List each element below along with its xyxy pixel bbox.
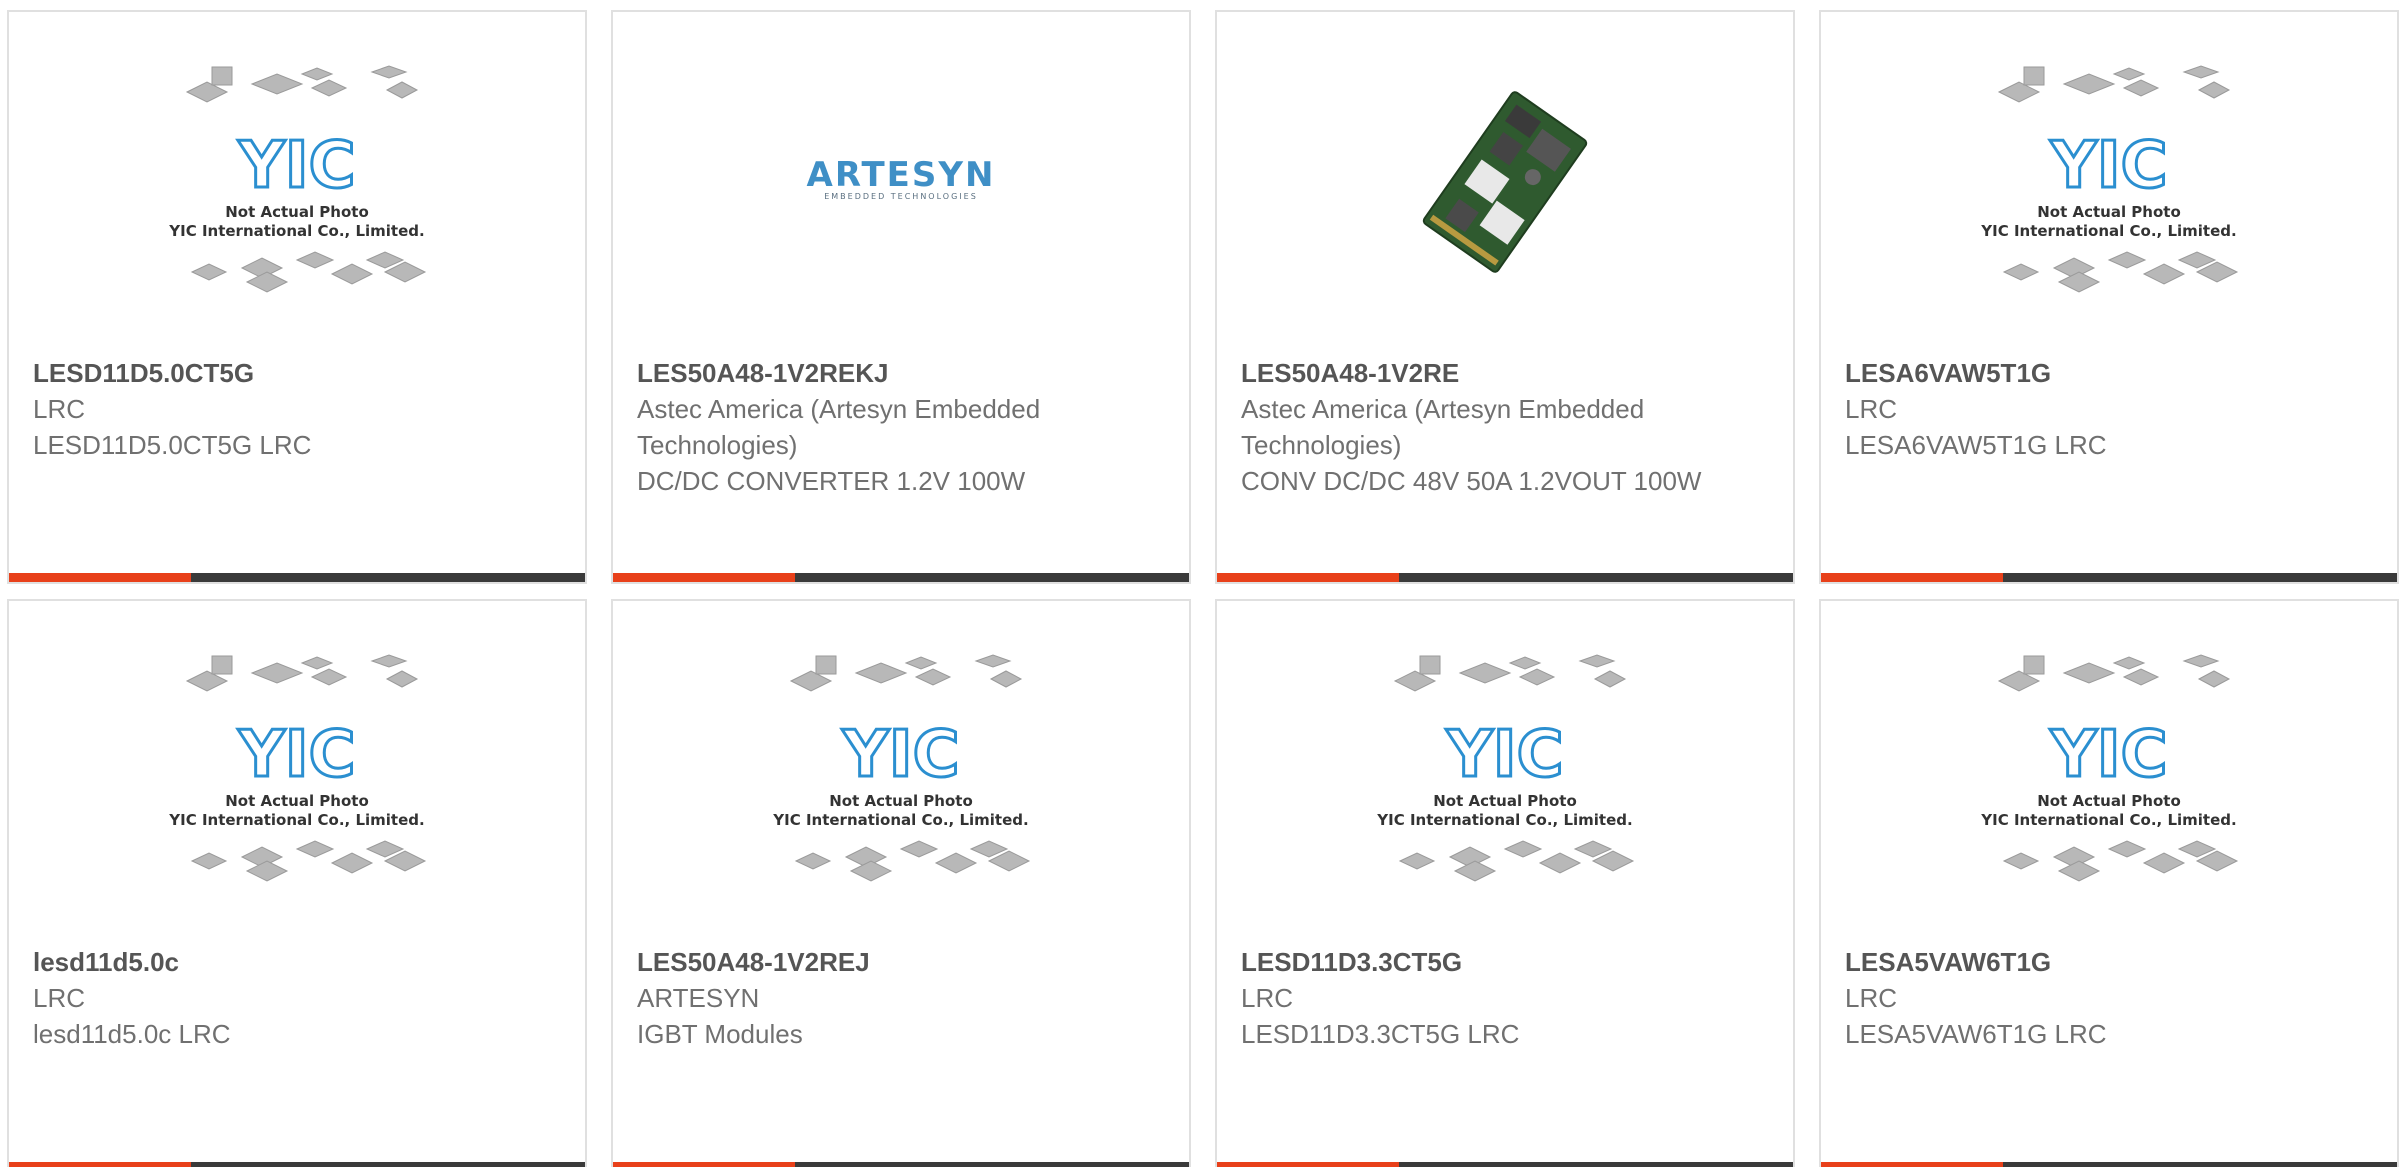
product-image-photo[interactable]	[1217, 12, 1793, 352]
product-image-logo[interactable]: ARTESYN EMBEDDED TECHNOLOGIES	[613, 12, 1189, 352]
manufacturer: LRC	[33, 394, 86, 424]
product-image-placeholder[interactable]: YIC Not Actual Photo YIC International C…	[1821, 12, 2397, 352]
placeholder-caption-1: Not Actual Photo	[2037, 203, 2181, 221]
manufacturer: Astec America (Artesyn Embedded Technolo…	[1241, 394, 1645, 460]
placeholder-caption-1: Not Actual Photo	[829, 792, 973, 810]
description: DC/DC CONVERTER 1.2V 100W	[637, 466, 1026, 496]
placeholder-image: YIC Not Actual Photo YIC International C…	[1980, 65, 2239, 293]
card-accent-bar	[1821, 1162, 2003, 1167]
part-number[interactable]: LESA5VAW6T1G	[1845, 944, 2373, 980]
card-bottom-bar	[1217, 573, 1793, 582]
product-grid: YIC Not Actual Photo YIC International C…	[0, 0, 2400, 1167]
placeholder-logo: YIC	[237, 129, 355, 203]
description: CONV DC/DC 48V 50A 1.2VOUT 100W	[1241, 466, 1702, 496]
card-bottom-bar	[613, 573, 1189, 582]
card-bottom-bar	[1821, 573, 2397, 582]
card-bottom-bar	[9, 573, 585, 582]
placeholder-caption-1: Not Actual Photo	[1433, 792, 1577, 810]
description: LESD11D5.0CT5G LRC	[33, 430, 312, 460]
card-accent-bar	[9, 1162, 191, 1167]
placeholder-image: YIC Not Actual Photo YIC International C…	[168, 65, 427, 293]
product-card[interactable]: YIC Not Actual Photo YIC International C…	[1819, 10, 2399, 584]
product-image-placeholder[interactable]: YIC Not Actual Photo YIC International C…	[613, 601, 1189, 941]
placeholder-caption-2: YIC International Co., Limited.	[1980, 811, 2236, 829]
part-number[interactable]: LES50A48-1V2REJ	[637, 944, 1165, 980]
description: LESA6VAW5T1G LRC	[1845, 430, 2107, 460]
placeholder-caption-1: Not Actual Photo	[2037, 792, 2181, 810]
part-number[interactable]: LESD11D5.0CT5G	[33, 355, 561, 391]
part-number[interactable]: LES50A48-1V2RE	[1241, 355, 1769, 391]
manufacturer: LRC	[1845, 394, 1898, 424]
placeholder-image: YIC Not Actual Photo YIC International C…	[1980, 654, 2239, 882]
placeholder-caption-1: Not Actual Photo	[225, 792, 369, 810]
product-card[interactable]: YIC Not Actual Photo YIC International C…	[7, 10, 587, 584]
description: lesd11d5.0c LRC	[33, 1019, 231, 1049]
card-accent-bar	[1821, 573, 2003, 582]
product-image-placeholder[interactable]: YIC Not Actual Photo YIC International C…	[1217, 601, 1793, 941]
manufacturer: Astec America (Artesyn Embedded Technolo…	[637, 394, 1041, 460]
part-number[interactable]: LESD11D3.3CT5G	[1241, 944, 1769, 980]
part-number[interactable]: LES50A48-1V2REKJ	[637, 355, 1165, 391]
product-card[interactable]: YIC Not Actual Photo YIC International C…	[1215, 599, 1795, 1167]
manufacturer: ARTESYN	[637, 983, 760, 1013]
card-accent-bar	[613, 1162, 795, 1167]
card-accent-bar	[9, 573, 191, 582]
placeholder-image: YIC Not Actual Photo YIC International C…	[772, 654, 1031, 882]
part-number[interactable]: LESA6VAW5T1G	[1845, 355, 2373, 391]
placeholder-logo: YIC	[2049, 129, 2167, 203]
manufacturer: LRC	[1845, 983, 1898, 1013]
placeholder-caption-2: YIC International Co., Limited.	[1376, 811, 1632, 829]
card-accent-bar	[1217, 1162, 1399, 1167]
card-bottom-bar	[613, 1162, 1189, 1167]
placeholder-logo: YIC	[1445, 718, 1563, 792]
product-image-placeholder[interactable]: YIC Not Actual Photo YIC International C…	[9, 601, 585, 941]
description: IGBT Modules	[637, 1019, 803, 1049]
placeholder-caption-1: Not Actual Photo	[225, 203, 369, 221]
product-card[interactable]: YIC Not Actual Photo YIC International C…	[1819, 599, 2399, 1167]
product-image-placeholder[interactable]: YIC Not Actual Photo YIC International C…	[9, 12, 585, 352]
description: LESA5VAW6T1G LRC	[1845, 1019, 2107, 1049]
artesyn-logo-name: ARTESYN	[806, 155, 996, 195]
placeholder-caption-2: YIC International Co., Limited.	[772, 811, 1028, 829]
placeholder-logo: YIC	[237, 718, 355, 792]
placeholder-caption-2: YIC International Co., Limited.	[168, 222, 424, 240]
product-card[interactable]: YIC Not Actual Photo YIC International C…	[611, 599, 1191, 1167]
placeholder-caption-2: YIC International Co., Limited.	[1980, 222, 2236, 240]
product-card[interactable]: ARTESYN EMBEDDED TECHNOLOGIES LES50A48-1…	[611, 10, 1191, 584]
artesyn-logo-tagline: EMBEDDED TECHNOLOGIES	[824, 192, 978, 201]
card-bottom-bar	[9, 1162, 585, 1167]
placeholder-image: YIC Not Actual Photo YIC International C…	[168, 654, 427, 882]
product-card[interactable]: LES50A48-1V2RE Astec America (Artesyn Em…	[1215, 10, 1795, 584]
artesyn-logo: ARTESYN EMBEDDED TECHNOLOGIES	[807, 158, 996, 201]
product-image-placeholder[interactable]: YIC Not Actual Photo YIC International C…	[1821, 601, 2397, 941]
manufacturer: LRC	[33, 983, 86, 1013]
card-bottom-bar	[1821, 1162, 2397, 1167]
placeholder-caption-2: YIC International Co., Limited.	[168, 811, 424, 829]
placeholder-image: YIC Not Actual Photo YIC International C…	[1376, 654, 1635, 882]
placeholder-logo: YIC	[841, 718, 959, 792]
description: LESD11D3.3CT5G LRC	[1241, 1019, 1520, 1049]
placeholder-logo: YIC	[2049, 718, 2167, 792]
dc-dc-converter-photo	[1422, 91, 1588, 273]
card-accent-bar	[613, 573, 795, 582]
part-number[interactable]: lesd11d5.0c	[33, 944, 561, 980]
card-bottom-bar	[1217, 1162, 1793, 1167]
card-accent-bar	[1217, 573, 1399, 582]
product-card[interactable]: YIC Not Actual Photo YIC International C…	[7, 599, 587, 1167]
manufacturer: LRC	[1241, 983, 1294, 1013]
